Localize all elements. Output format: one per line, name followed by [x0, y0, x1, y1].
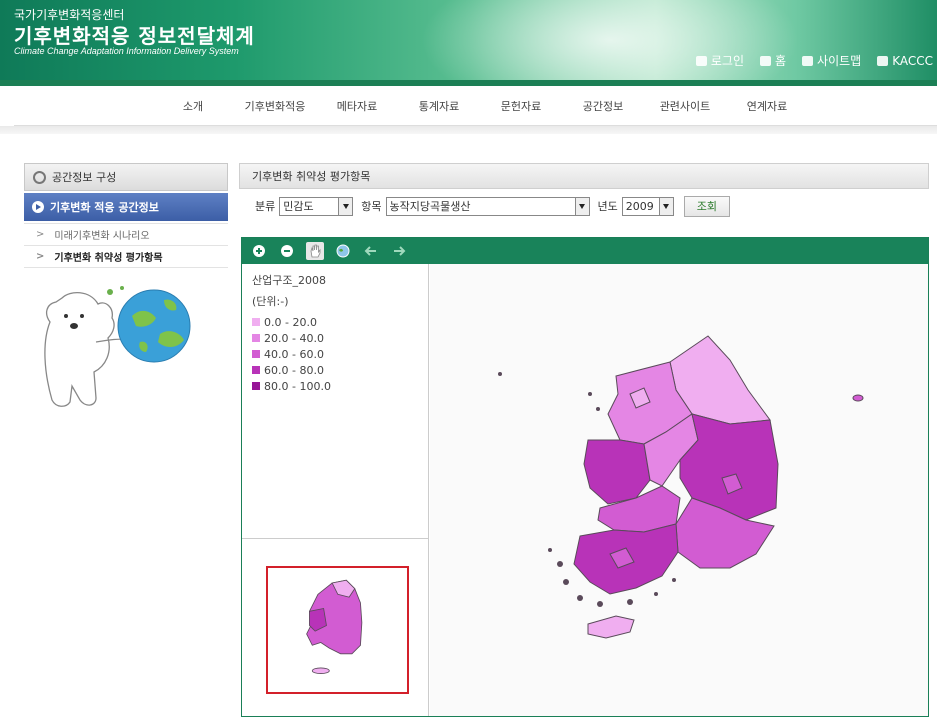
home-link[interactable]: 홈	[759, 52, 786, 69]
sidebar-subitem-vulnerability[interactable]: > 기후변화 취약성 평가항목	[24, 246, 228, 268]
year-select[interactable]: 2009	[621, 196, 674, 216]
legend-label: 20.0 - 40.0	[264, 331, 324, 345]
legend-label: 80.0 - 100.0	[264, 379, 331, 393]
nav-item-statistics[interactable]: 통계자료	[398, 98, 480, 114]
bullet-icon: >	[36, 251, 45, 262]
search-button[interactable]: 조회	[683, 195, 730, 217]
legend-swatch	[252, 318, 260, 326]
legend-unit: (단위:-)	[252, 295, 289, 308]
sidebar-header: 공간정보 구성	[24, 163, 228, 191]
filter-bar: 분류 민감도 항목 농작지당곡물생산 년도 2009 조회	[239, 189, 929, 223]
map-legend: 산업구조_2008 (단위:-) 0.0 - 20.0 20.0 - 40.0 40…	[242, 264, 429, 538]
legend-swatch	[252, 350, 260, 358]
chevron-down-icon	[658, 197, 673, 215]
legend-item: 60.0 - 80.0	[252, 362, 418, 378]
nav-item-metadata[interactable]: 메타자료	[316, 98, 398, 114]
kaccc-link[interactable]: KACCC	[877, 52, 933, 69]
korea-choropleth-map[interactable]	[430, 264, 928, 716]
site-subtitle: Climate Change Adaptation Information De…	[14, 46, 239, 56]
content-title: 기후변화 취약성 평가항목	[239, 163, 929, 189]
map-viewer: 산업구조_2008 (단위:-) 0.0 - 20.0 20.0 - 40.0 40…	[241, 237, 929, 717]
legend-swatch	[252, 334, 260, 342]
nav-item-related-sites[interactable]: 관련사이트	[644, 98, 726, 114]
legend-item: 0.0 - 20.0	[252, 314, 418, 330]
back-arrow-icon[interactable]	[362, 242, 380, 260]
home-icon	[759, 55, 771, 66]
legend-title: 산업구조_2008	[252, 274, 326, 287]
sidebar-item-label: 기후변화 적응 공간정보	[50, 201, 159, 214]
item-select[interactable]: 농작지당곡물생산	[385, 196, 590, 216]
site-title[interactable]: 기후변화적응 정보전달체계	[14, 20, 255, 49]
kaccc-icon	[877, 55, 889, 66]
polar-bear-globe-illustration	[44, 286, 191, 407]
legend-label: 40.0 - 60.0	[264, 347, 324, 361]
main-nav: 소개 기후변화적응 메타자료 통계자료 문헌자료 공간정보 관련사이트 연계자료	[14, 86, 937, 126]
globe-icon[interactable]	[334, 242, 352, 260]
nav-item-literature[interactable]: 문헌자료	[480, 98, 562, 114]
nav-shadow	[0, 126, 937, 134]
legend-label: 60.0 - 80.0	[264, 363, 324, 377]
map-toolbar	[242, 238, 928, 264]
item-label: 항목	[361, 200, 382, 213]
nav-item-spatial[interactable]: 공간정보	[562, 98, 644, 114]
sidebar-item-adaptation-spatial[interactable]: 기후변화 적응 공간정보	[24, 193, 228, 221]
utility-links: 로그인 홈 사이트맵 KACCC	[695, 52, 933, 69]
pan-hand-icon[interactable]	[306, 242, 324, 260]
login-icon	[695, 55, 707, 66]
overview-map[interactable]	[242, 538, 429, 716]
overview-korea-map	[306, 579, 363, 675]
circle-icon	[33, 170, 46, 184]
nav-item-intro[interactable]: 소개	[152, 98, 234, 114]
sidebar-header-label: 공간정보 구성	[52, 171, 117, 184]
sitemap-link[interactable]: 사이트맵	[802, 52, 861, 69]
content-area: 기후변화 취약성 평가항목 분류 민감도 항목 농작지당곡물생산 년도 2009…	[239, 163, 929, 223]
category-label: 분류	[255, 200, 276, 213]
nav-item-linked-data[interactable]: 연계자료	[726, 98, 808, 114]
legend-item: 80.0 - 100.0	[252, 378, 418, 394]
legend-swatch	[252, 366, 260, 374]
play-circle-icon	[32, 201, 44, 213]
legend-item: 40.0 - 60.0	[252, 346, 418, 362]
sidebar: 공간정보 구성 기후변화 적응 공간정보 > 미래기후변화 시나리오 > 기후변…	[24, 163, 228, 268]
forward-arrow-icon[interactable]	[390, 242, 408, 260]
category-select[interactable]: 민감도	[279, 196, 354, 216]
zoom-out-icon[interactable]	[278, 242, 296, 260]
year-label: 년도	[597, 200, 618, 213]
header-banner: 국가기후변화적응센터 기후변화적응 정보전달체계 Climate Change …	[0, 0, 937, 80]
zoom-in-icon[interactable]	[250, 242, 268, 260]
chevron-down-icon	[574, 197, 589, 215]
chevron-down-icon	[338, 197, 353, 215]
login-link[interactable]: 로그인	[695, 52, 744, 69]
bullet-icon: >	[36, 229, 45, 240]
sidebar-submenu: > 미래기후변화 시나리오 > 기후변화 취약성 평가항목	[24, 223, 228, 268]
sidebar-subitem-scenario[interactable]: > 미래기후변화 시나리오	[24, 224, 228, 246]
nav-item-adaptation[interactable]: 기후변화적응	[234, 98, 316, 114]
legend-swatch	[252, 382, 260, 390]
legend-item: 20.0 - 40.0	[252, 330, 418, 346]
legend-label: 0.0 - 20.0	[264, 315, 317, 329]
sitemap-icon	[802, 55, 814, 66]
